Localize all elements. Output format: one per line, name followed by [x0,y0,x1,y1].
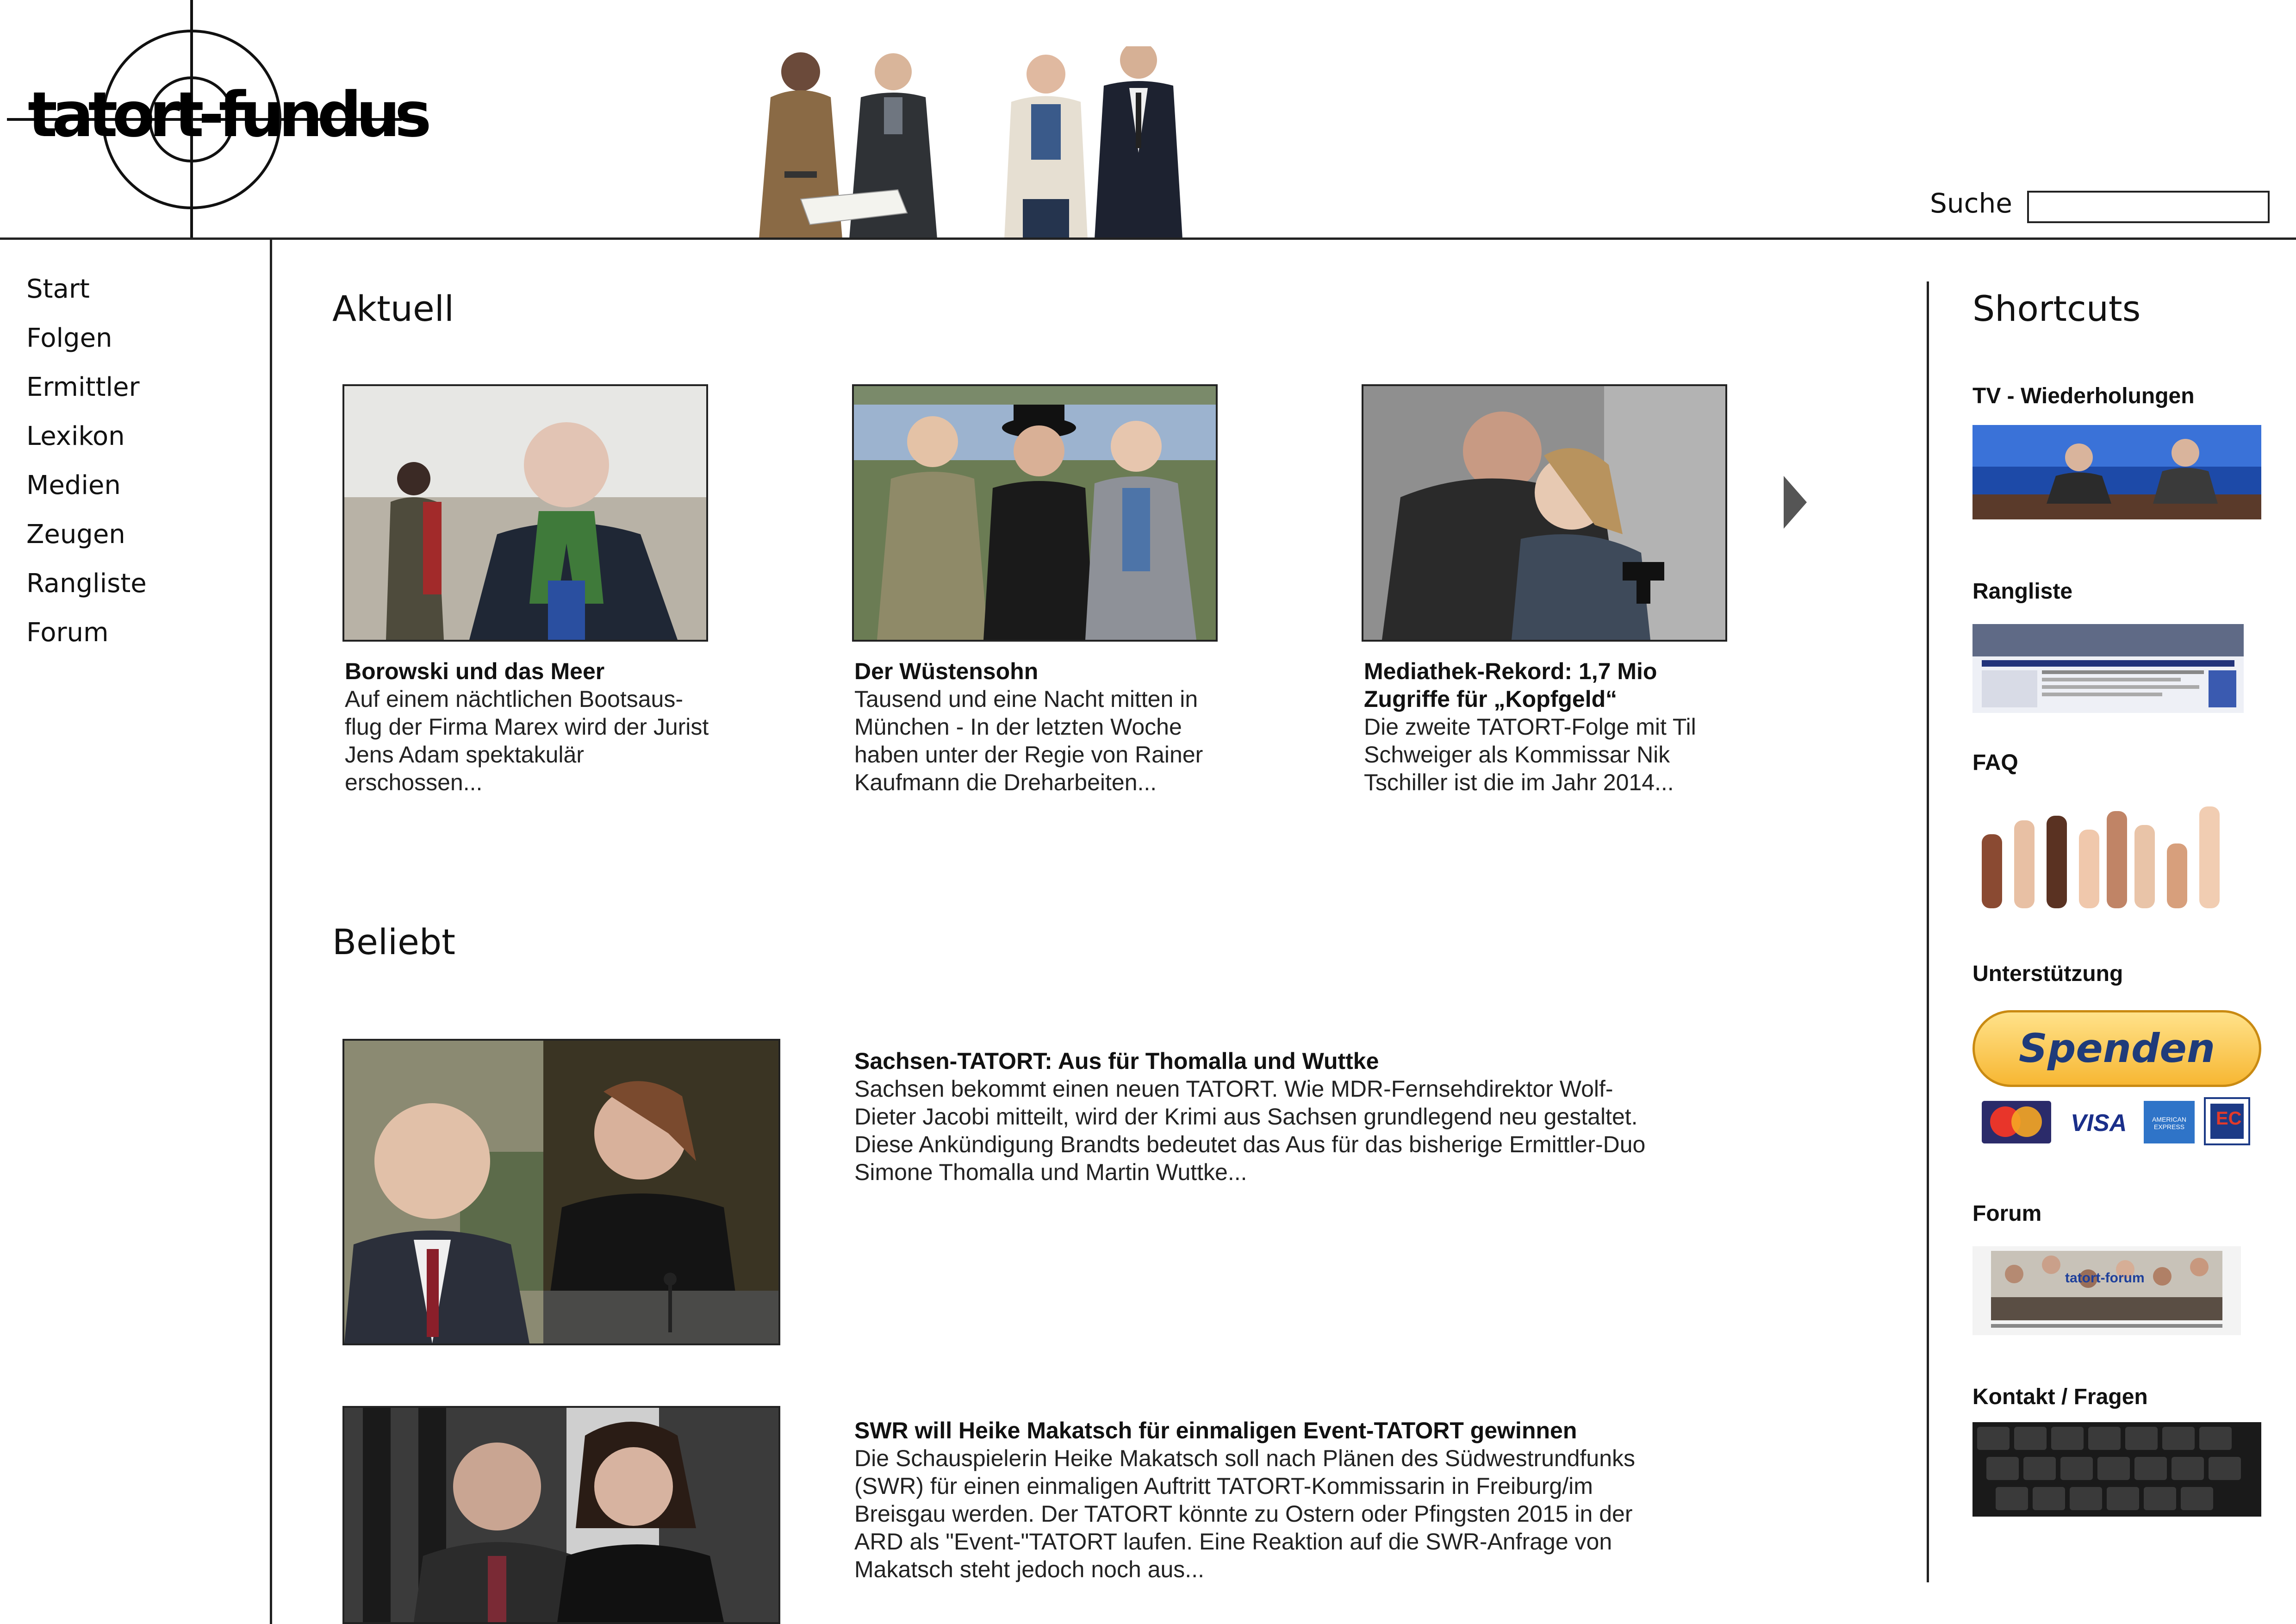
nav-item-medien[interactable]: Medien [26,470,121,500]
header-divider [0,237,2296,240]
shortcut-forum-image[interactable]: tatort-forum [1972,1246,2241,1335]
nav-item-forum[interactable]: Forum [26,618,109,648]
aktuell-card-1-image[interactable] [342,384,708,642]
shortcut-kontakt-image[interactable] [1972,1422,2261,1517]
nav-item-ermittler[interactable]: Ermittler [26,372,139,402]
chevron-right-icon [1784,476,1807,529]
shortcut-kontakt-label[interactable]: Kontakt / Fragen [1972,1384,2148,1410]
section-title-aktuell: Aktuell [332,288,454,329]
aktuell-next-button[interactable] [1782,472,1810,532]
shortcut-rangliste-label[interactable]: Rangliste [1972,579,2072,604]
beliebt-item-1-text: Sachsen bekommt einen neuen TATORT. Wie … [854,1076,1646,1185]
shortcut-forum-label[interactable]: Forum [1972,1201,2041,1226]
beliebt-item-2-text: Die Schauspielerin Heike Makatsch soll n… [854,1445,1636,1582]
donate-label: Spenden [2018,1025,2215,1072]
shortcut-tv-image[interactable] [1972,425,2261,519]
aktuell-card-3-title[interactable]: Mediathek-Rekord: 1,7 Mio Zugriffe für „… [1364,657,1697,713]
beliebt-item-2-image[interactable] [342,1406,780,1624]
section-title-shortcuts: Shortcuts [1972,288,2141,329]
donate-button[interactable]: Spenden [1972,1010,2261,1087]
nav-item-folgen[interactable]: Folgen [26,323,112,353]
aktuell-card-3-image[interactable] [1362,384,1727,642]
section-title-beliebt: Beliebt [332,921,455,962]
header-cast-photo [731,42,1213,239]
shortcut-tv-label[interactable]: TV - Wiederholungen [1972,383,2195,409]
aktuell-card-1-title[interactable]: Borowski und das Meer [345,657,715,685]
aktuell-card-2-text: Tausend und eine Nacht mitten in München… [854,686,1203,795]
aktuell-card-2-image[interactable] [852,384,1218,642]
shortcut-faq-image[interactable] [1972,802,2236,908]
beliebt-item-1-title[interactable]: Sachsen-TATORT: Aus für Thomalla und Wut… [854,1047,1687,1075]
payment-logos: VISA AMERICAN EXPRESS EC [1982,1097,2259,1148]
nav-item-lexikon[interactable]: Lexikon [26,421,125,451]
site-logo[interactable]: tatort-fundus [0,0,432,238]
nav-item-start[interactable]: Start [26,274,90,304]
nav-item-rangliste[interactable]: Rangliste [26,568,147,599]
logo-text: tatort-fundus [28,79,432,151]
shortcut-support-label[interactable]: Unterstützung [1972,961,2123,987]
forum-banner-text: tatort-forum [2065,1270,2145,1286]
left-nav-divider [270,240,272,1624]
amex-icon: AMERICAN EXPRESS [2144,1101,2195,1143]
nav-item-zeugen[interactable]: Zeugen [26,519,125,550]
beliebt-item-2-title[interactable]: SWR will Heike Makatsch für einmaligen E… [854,1417,1687,1444]
left-nav: Start Folgen Ermittler Lexikon Medien Ze… [0,240,271,1624]
right-sidebar-divider [1927,281,1929,1582]
aktuell-card-3-text: Die zweite TATORT-Folge mit Til Schweige… [1364,714,1696,795]
visa-icon: VISA [2065,1101,2134,1143]
ec-card-icon: EC [2204,1097,2250,1145]
mastercard-icon [1982,1101,2051,1143]
search-label: Suche [1930,187,2012,219]
shortcut-faq-label[interactable]: FAQ [1972,750,2018,775]
aktuell-card-2-title[interactable]: Der Wüstensohn [854,657,1225,685]
aktuell-card-1-text: Auf einem nächtlichen Bootsaus-flug der … [345,686,709,795]
search-input[interactable] [2027,191,2270,223]
shortcut-rangliste-image[interactable] [1972,624,2244,713]
beliebt-item-1-image[interactable] [342,1039,780,1345]
